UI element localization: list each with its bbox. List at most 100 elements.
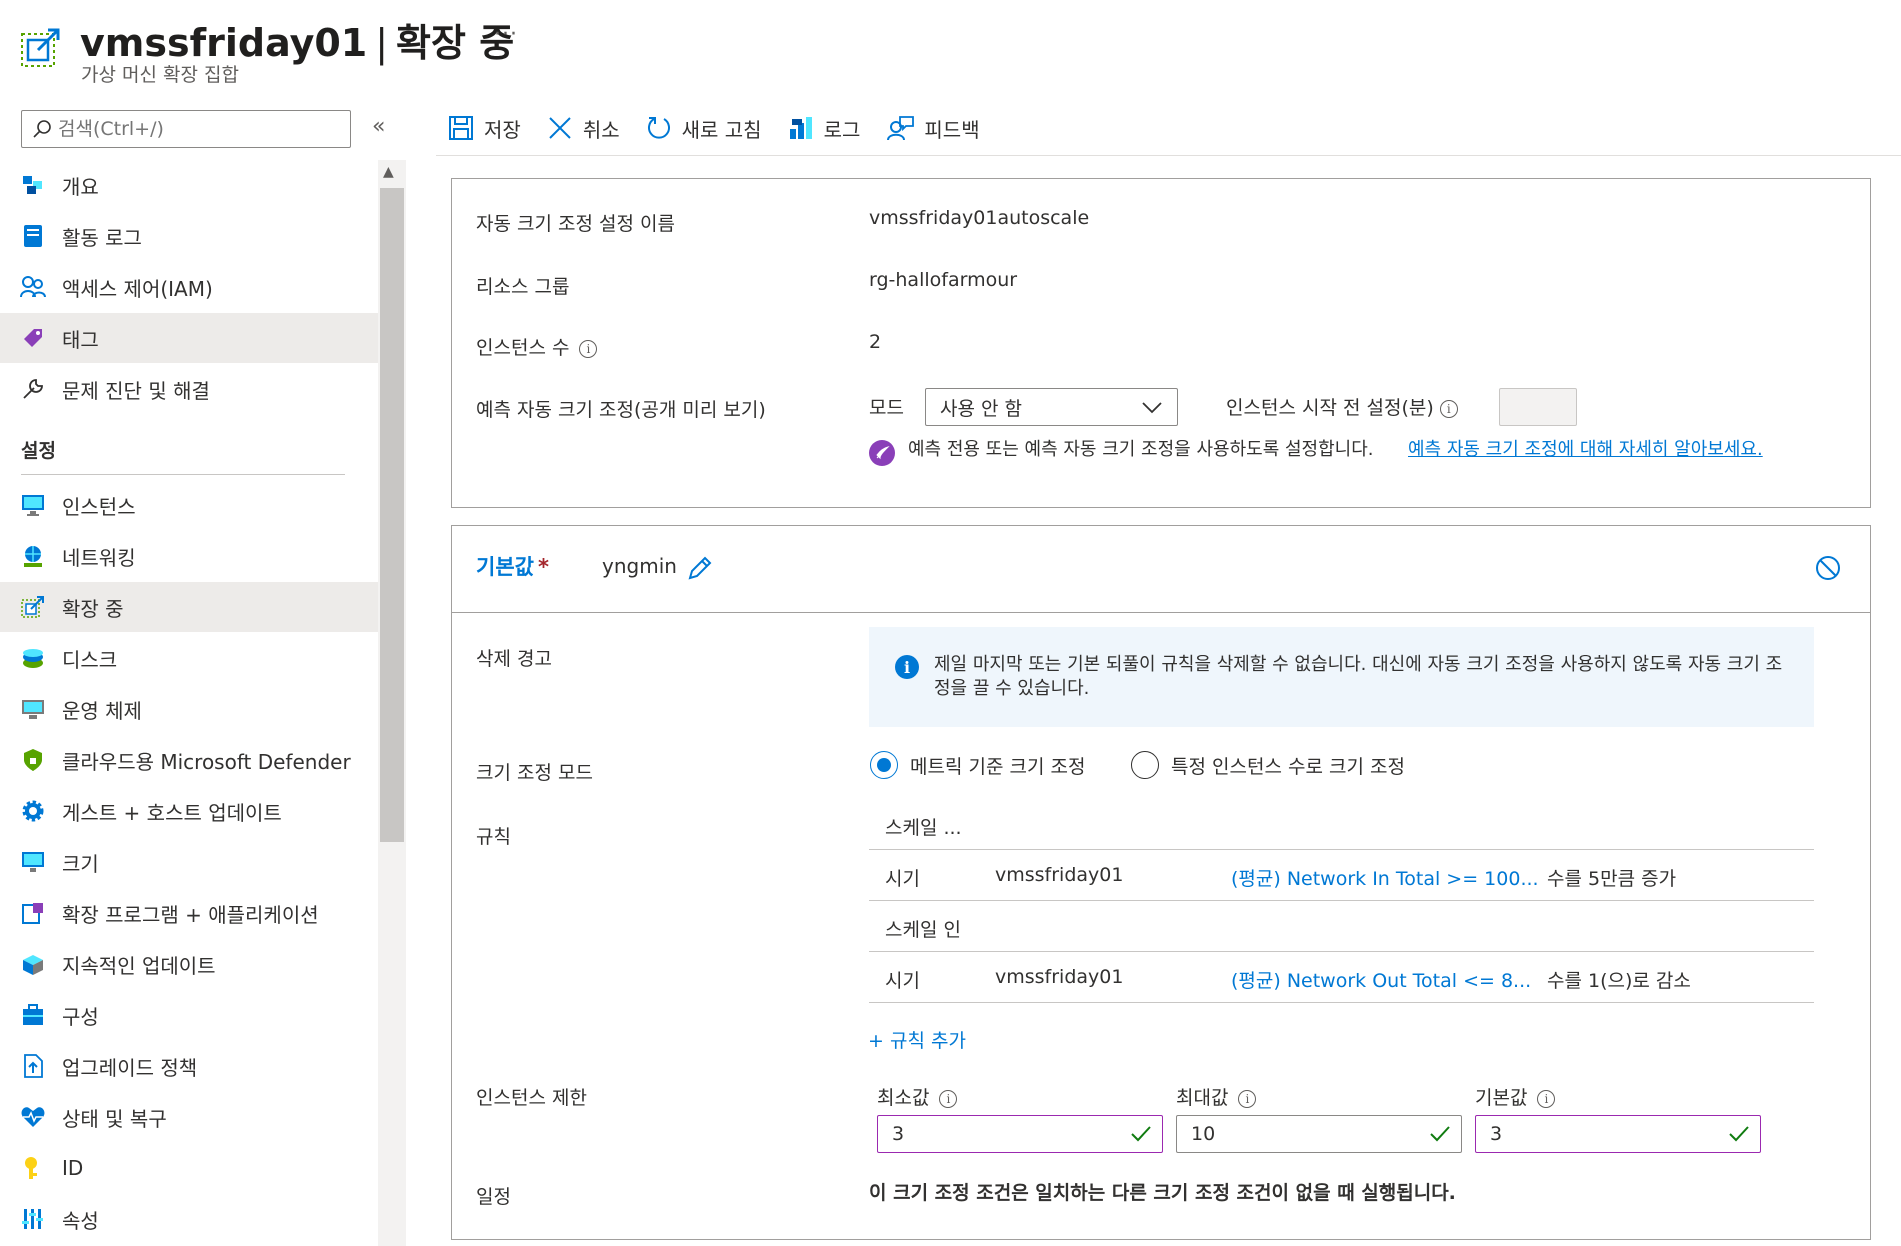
- save-button[interactable]: 저장: [448, 114, 521, 143]
- scale-mode-specific-radio[interactable]: 특정 인스턴스 수로 크기 조정: [1131, 751, 1405, 779]
- sidebar-item-networking[interactable]: 네트워킹: [0, 531, 378, 581]
- sidebar-item-size[interactable]: 크기: [0, 837, 378, 887]
- instance-count-label: 인스턴스 수i: [476, 333, 598, 360]
- search-input[interactable]: [58, 118, 338, 140]
- command-bar: 저장 취소 새로 고침 로그 피드백: [448, 108, 1006, 148]
- rocket-icon: [869, 440, 895, 466]
- feedback-icon: [887, 116, 915, 141]
- profile-name: yngmin: [602, 554, 677, 578]
- scale-out-group-header: 스케일 ...: [869, 800, 1814, 850]
- sidebar-item-properties[interactable]: 속성: [0, 1194, 378, 1244]
- schedule-label: 일정: [476, 1186, 511, 1208]
- tag-icon: [20, 325, 46, 351]
- overview-icon: [20, 172, 46, 198]
- maximum-input[interactable]: 10: [1176, 1115, 1462, 1153]
- scale-mode-label: 크기 조정 모드: [476, 762, 593, 784]
- checkmark-icon: [1430, 1126, 1450, 1142]
- mode-dropdown[interactable]: 사용 안 함: [925, 388, 1178, 426]
- sidebar-item-defender[interactable]: 클라우드용 Microsoft Defender: [0, 735, 378, 785]
- networking-icon: [20, 543, 46, 569]
- sidebar-item-upgrade-policy[interactable]: 업그레이드 정책: [0, 1041, 378, 1091]
- upgrade-policy-icon: [20, 1053, 46, 1079]
- prewarm-label: 인스턴스 시작 전 설정(분) i: [1226, 393, 1458, 420]
- rule-row[interactable]: 시기 vmssfriday01 (평균) Network In Total >=…: [869, 851, 1814, 901]
- sidebar-item-configuration[interactable]: 구성: [0, 990, 378, 1040]
- setting-name-value: vmssfriday01autoscale: [869, 207, 1090, 229]
- sidebar-item-activity-log[interactable]: 활동 로그: [0, 211, 378, 261]
- sidebar-item-os[interactable]: 운영 체제: [0, 684, 378, 734]
- sidebar-item-disks[interactable]: 디스크: [0, 633, 378, 683]
- sidebar-scrollbar-thumb[interactable]: [380, 188, 404, 842]
- delete-condition-icon[interactable]: [1814, 554, 1842, 587]
- save-icon: [449, 116, 473, 140]
- mode-label: 모드: [869, 397, 904, 419]
- instances-icon: [20, 492, 46, 518]
- default-input[interactable]: 3: [1475, 1115, 1761, 1153]
- collapse-sidebar-button[interactable]: «: [372, 114, 385, 139]
- health-icon: [20, 1104, 46, 1130]
- sidebar-section-settings: 설정: [21, 440, 56, 462]
- prewarm-input[interactable]: [1499, 388, 1577, 426]
- discard-button[interactable]: 취소: [547, 114, 620, 143]
- sidebar-item-health[interactable]: 상태 및 복구: [0, 1092, 378, 1142]
- logs-icon: [789, 117, 812, 139]
- predictive-learn-more-link[interactable]: 예측 자동 크기 조정에 대해 자세히 알아보세요.: [1408, 438, 1788, 462]
- refresh-button[interactable]: 새로 고침: [646, 114, 762, 143]
- identity-icon: [20, 1155, 46, 1181]
- sidebar-item-scaling[interactable]: 확장 중: [0, 582, 378, 632]
- configuration-icon: [20, 1002, 46, 1028]
- sidebar-item-iam[interactable]: 액세스 제어(IAM): [0, 262, 378, 312]
- disk-icon: [20, 645, 46, 671]
- add-rule-link[interactable]: + 규칙 추가: [868, 1026, 966, 1053]
- info-icon[interactable]: i: [579, 339, 598, 358]
- default-label: 기본값 i: [1475, 1083, 1556, 1110]
- logs-button[interactable]: 로그: [788, 114, 860, 143]
- scroll-up-arrow-icon[interactable]: ▲: [383, 164, 394, 180]
- wrench-icon: [20, 376, 46, 402]
- sidebar-divider: [21, 474, 345, 475]
- info-icon[interactable]: i: [939, 1089, 958, 1108]
- instance-limits-label: 인스턴스 제한: [476, 1087, 587, 1109]
- close-icon: [549, 117, 571, 139]
- schedule-note: 이 크기 조정 조건은 일치하는 다른 크기 조정 조건이 없을 때 실행됩니다…: [869, 1182, 1456, 1204]
- maximum-label: 최대값 i: [1176, 1083, 1257, 1110]
- scaling-icon: [20, 594, 46, 620]
- radio-unselected-icon: [1131, 751, 1159, 779]
- sidebar-search[interactable]: [21, 110, 351, 148]
- info-icon[interactable]: i: [1439, 399, 1458, 418]
- size-icon: [20, 849, 46, 875]
- delete-warning-info-box: i 제일 마지막 또는 기본 되풀이 규칙을 삭제할 수 없습니다. 대신에 자…: [869, 627, 1814, 727]
- sidebar-item-continuous-update[interactable]: 지속적인 업데이트: [0, 939, 378, 989]
- feedback-button[interactable]: 피드백: [886, 114, 980, 143]
- search-icon: [33, 120, 51, 138]
- minimum-input[interactable]: 3: [877, 1115, 1163, 1153]
- sidebar-item-overview[interactable]: 개요: [0, 160, 378, 210]
- predictive-autoscale-label: 예측 자동 크기 조정(공개 미리 보기): [476, 399, 766, 421]
- instance-count-value: 2: [869, 331, 882, 353]
- info-icon[interactable]: i: [1238, 1089, 1257, 1108]
- sidebar-item-tags[interactable]: 태그: [0, 313, 378, 363]
- defender-icon: [20, 747, 46, 773]
- sidebar-item-extensions[interactable]: 확장 프로그램 + 애플리케이션: [0, 888, 378, 938]
- refresh-icon: [647, 117, 670, 139]
- resource-group-value: rg-hallofarmour: [869, 269, 1018, 291]
- predictive-note: 예측 전용 또는 예측 자동 크기 조정을 사용하도록 설정합니다.: [908, 439, 1374, 460]
- more-actions-button[interactable]: ···: [494, 22, 518, 47]
- checkmark-icon: [1729, 1126, 1749, 1142]
- checkmark-icon: [1131, 1126, 1151, 1142]
- info-icon[interactable]: i: [1537, 1089, 1556, 1108]
- sidebar-item-updates[interactable]: 게스트 + 호스트 업데이트: [0, 786, 378, 836]
- command-bar-divider: [436, 155, 1901, 156]
- sidebar-item-instances[interactable]: 인스턴스: [0, 480, 378, 530]
- scale-in-group-header: 스케일 인: [869, 902, 1814, 952]
- sidebar-item-diagnose[interactable]: 문제 진단 및 해결: [0, 364, 378, 414]
- scale-mode-metric-radio[interactable]: 메트릭 기준 크기 조정: [870, 751, 1085, 779]
- activity-log-icon: [20, 223, 46, 249]
- delete-warning-label: 삭제 경고: [476, 648, 552, 670]
- resource-group-label: 리소스 그룹: [476, 276, 570, 298]
- sidebar-item-identity[interactable]: ID: [0, 1143, 378, 1193]
- rule-row[interactable]: 시기 vmssfriday01 (평균) Network Out Total <…: [869, 953, 1814, 1003]
- setting-name-label: 자동 크기 조정 설정 이름: [476, 213, 675, 235]
- continuous-update-icon: [20, 951, 46, 977]
- edit-pencil-icon[interactable]: [686, 554, 714, 587]
